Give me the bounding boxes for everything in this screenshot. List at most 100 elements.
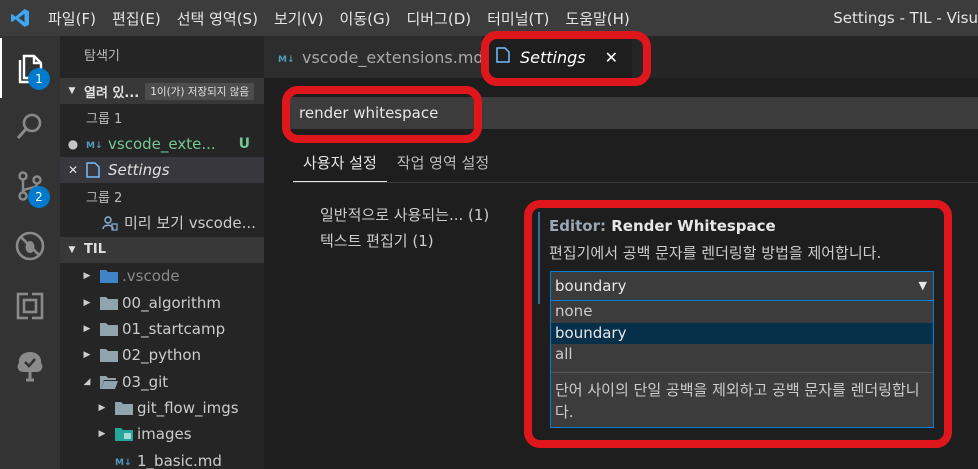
open-editor-label: Settings — [108, 160, 170, 179]
settings-scope-tabs: 사용자 설정 작업 영역 설정 — [293, 144, 499, 182]
chevron-right-icon: ▶ — [98, 429, 106, 440]
images-folder-icon — [115, 427, 137, 442]
svg-text:M↓: M↓ — [278, 55, 295, 63]
activity-debug[interactable] — [0, 216, 60, 276]
editor-group-2-label: 그룹 2 — [86, 190, 123, 206]
tree-item-file[interactable]: M↓ 1_basic.md — [60, 448, 264, 469]
open-editors-label: 열려 있... — [84, 85, 140, 101]
svg-text:M↓: M↓ — [86, 141, 103, 149]
chevron-down-icon: ◢ — [83, 376, 91, 387]
focus-indicator — [538, 212, 540, 304]
folder-icon — [100, 348, 122, 363]
render-whitespace-dropdown: none boundary all 단어 사이의 단일 공백을 제외하고 공백 … — [550, 301, 934, 428]
folder-open-icon — [100, 375, 122, 389]
chevron-right-icon: ▶ — [83, 350, 91, 361]
tree-item-label: 1_basic.md — [137, 451, 222, 469]
settings-search-input[interactable] — [288, 97, 978, 129]
markdown-file-icon: M↓ — [115, 456, 137, 466]
tree-item-vscode[interactable]: ▶ .vscode — [60, 263, 264, 289]
tree-item-folder[interactable]: ▶ git_flow_imgs — [60, 395, 264, 421]
divider — [293, 182, 978, 183]
setting-category: Editor: — [549, 217, 612, 235]
menu-go[interactable]: 이동(G) — [332, 8, 399, 29]
folder-header[interactable]: ▼ TIL — [60, 236, 264, 263]
activity-source-control[interactable]: 2 — [0, 156, 60, 216]
tab-user-settings[interactable]: 사용자 설정 — [293, 144, 387, 182]
chevron-down-icon: ▼ — [918, 279, 927, 292]
title-bar: 파일(F) 편집(E) 선택 영역(S) 보기(V) 이동(G) 디버그(D) … — [0, 0, 978, 36]
open-editor-item-preview[interactable]: 미리 보기 vscode... — [60, 210, 264, 236]
settings-toc: 일반적으로 사용되는... (1) 텍스트 편집기 (1) — [320, 202, 489, 254]
activity-explorer[interactable]: 1 — [0, 38, 60, 98]
untracked-status: U — [238, 135, 250, 152]
option-none[interactable]: none — [551, 301, 933, 323]
open-editor-item-settings[interactable]: ✕ Settings — [60, 156, 264, 184]
activity-remote-tree[interactable] — [0, 336, 60, 396]
menu-selection[interactable]: 선택 영역(S) — [169, 8, 266, 29]
option-description: 단어 사이의 단일 공백을 제외하고 공백 문자를 렌더링합니다. — [555, 380, 920, 421]
menu-debug[interactable]: 디버그(D) — [398, 8, 479, 29]
close-icon[interactable]: ✕ — [605, 48, 618, 67]
menu-help[interactable]: 도움말(H) — [557, 8, 637, 29]
tree-item-folder-open[interactable]: ◢ 03_git — [60, 369, 264, 395]
editor-area: M↓ vscode_extensions.md Settings ✕ 사용자 설… — [264, 36, 978, 469]
tab-label: vscode_extensions.md — [302, 47, 484, 67]
toc-item-text-editor[interactable]: 텍스트 편집기 (1) — [320, 228, 489, 254]
menu-edit[interactable]: 편집(E) — [104, 8, 169, 29]
tab-settings[interactable]: Settings ✕ — [482, 36, 632, 78]
tree-item-folder[interactable]: ▶ images — [60, 421, 264, 447]
setting-description: 편집기에서 공백 문자를 렌더링할 방법을 제어합니다. — [549, 244, 882, 262]
tab-vscode-extensions[interactable]: M↓ vscode_extensions.md — [264, 36, 484, 78]
open-editors-header[interactable]: ▼ 열려 있... 1이(가) 저장되지 않음 — [60, 78, 264, 104]
tree-item-label: .vscode — [122, 267, 180, 286]
unsaved-badge: 1이(가) 저장되지 않음 — [145, 82, 255, 100]
tree-item-label: 01_startcamp — [122, 319, 226, 338]
close-icon[interactable]: ✕ — [60, 163, 86, 177]
setting-title: Editor: Render Whitespace — [549, 217, 776, 235]
chevron-right-icon: ▶ — [83, 323, 91, 334]
tab-workspace-settings[interactable]: 작업 영역 설정 — [387, 144, 499, 182]
select-value: boundary — [555, 277, 627, 295]
settings-file-icon — [496, 47, 510, 67]
option-all[interactable]: all — [551, 344, 933, 366]
tree-item-label: 02_python — [122, 346, 202, 365]
tree-icon — [17, 352, 43, 382]
open-editor-item-md[interactable]: ● M↓ vscode_exte... U — [60, 130, 264, 156]
tree-item-folder[interactable]: ▶ 00_algorithm — [60, 289, 264, 315]
menu-terminal[interactable]: 터미널(T) — [479, 8, 557, 29]
tree-item-folder[interactable]: ▶ 01_startcamp — [60, 316, 264, 342]
folder-icon — [100, 296, 122, 310]
search-icon — [16, 113, 42, 139]
tree-item-label: 03_git — [122, 372, 169, 391]
tree-item-folder[interactable]: ▶ 02_python — [60, 342, 264, 368]
activity-extensions[interactable] — [0, 276, 60, 336]
chevron-right-icon: ▶ — [83, 297, 91, 308]
menu-view[interactable]: 보기(V) — [266, 8, 332, 29]
menu-file[interactable]: 파일(F) — [40, 8, 104, 29]
sidebar-title: 탐색기 — [84, 49, 120, 64]
open-editor-label: 미리 보기 vscode... — [124, 214, 256, 233]
dirty-dot-icon: ● — [67, 136, 79, 151]
chevron-right-icon: ▶ — [83, 271, 91, 282]
settings-file-icon — [86, 162, 108, 178]
preview-icon — [102, 215, 124, 231]
activity-bar: 1 2 — [0, 36, 60, 469]
vscode-logo-icon — [0, 0, 40, 36]
setting-name: Render Whitespace — [611, 217, 776, 235]
scm-badge: 2 — [28, 186, 50, 208]
editor-tabs: M↓ vscode_extensions.md Settings ✕ — [264, 36, 978, 78]
settings-search-box — [288, 97, 978, 129]
toc-item-commonly-used[interactable]: 일반적으로 사용되는... (1) — [320, 202, 489, 228]
tree-item-label: 00_algorithm — [122, 293, 221, 312]
render-whitespace-select[interactable]: boundary ▼ — [550, 271, 934, 301]
option-boundary[interactable]: boundary — [551, 322, 933, 344]
folder-icon — [115, 401, 137, 416]
window-title: Settings - TIL - Visu — [833, 9, 978, 27]
explorer-badge: 1 — [28, 68, 50, 90]
tree-item-label: git_flow_imgs — [137, 399, 239, 418]
extensions-icon — [16, 292, 44, 320]
markdown-file-icon: M↓ — [86, 139, 108, 149]
tab-label: Settings — [520, 47, 586, 67]
activity-search[interactable] — [0, 96, 60, 156]
explorer-sidebar: 탐색기 ▼ 열려 있... 1이(가) 저장되지 않음 그룹 1 ● M↓ vs… — [60, 36, 264, 469]
